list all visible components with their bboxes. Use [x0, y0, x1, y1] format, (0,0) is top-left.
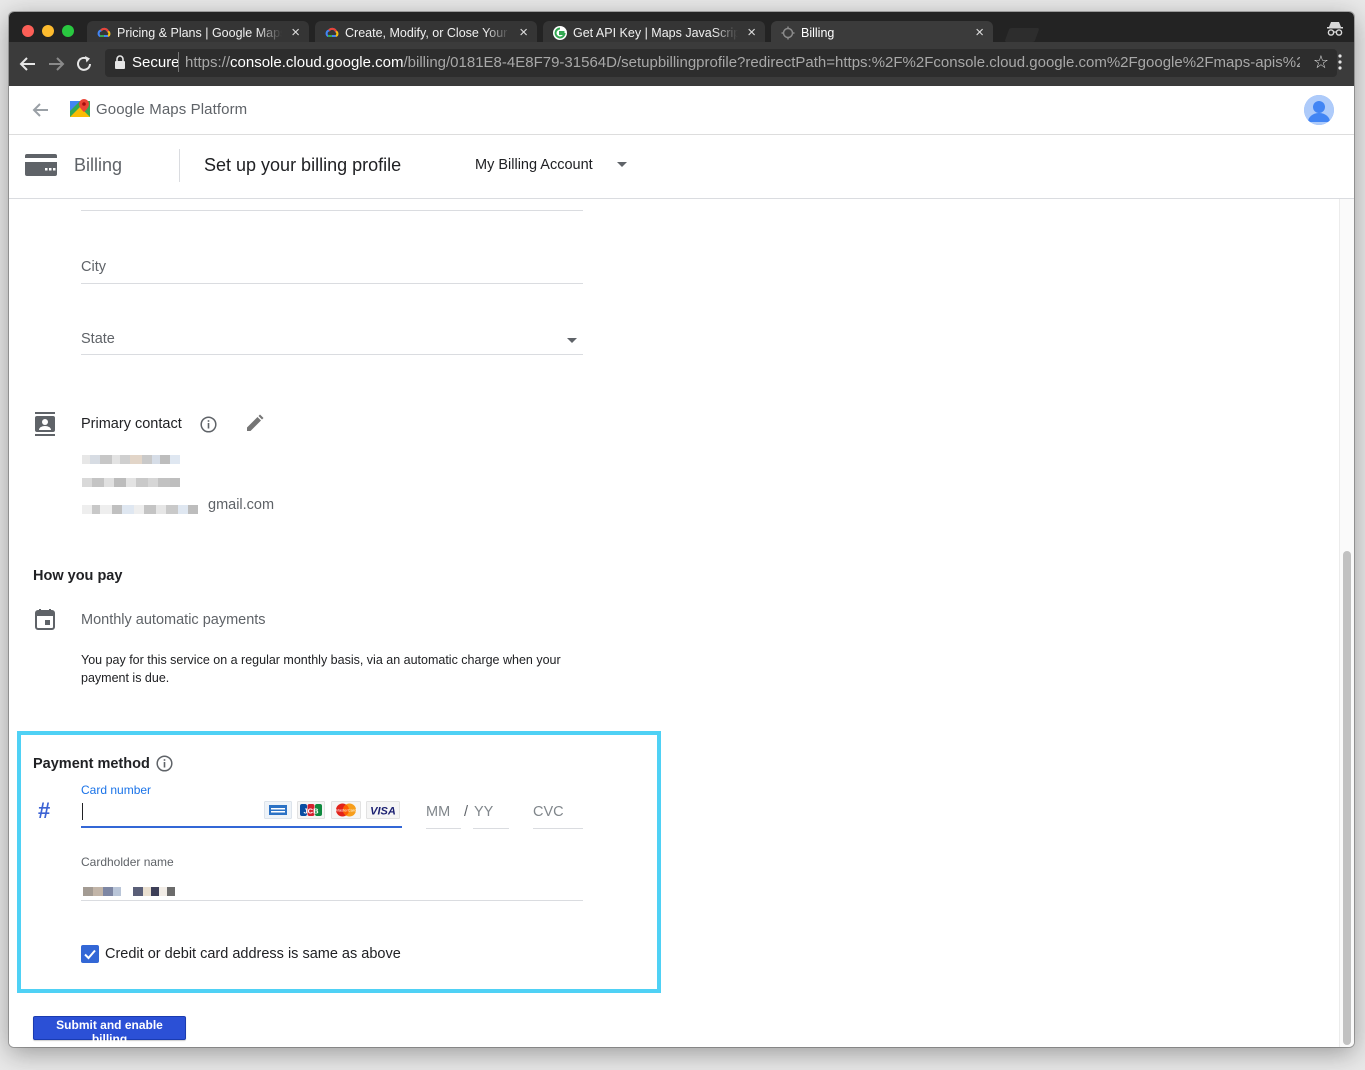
expiry-year-underline	[473, 828, 509, 829]
close-icon[interactable]: ×	[291, 24, 300, 41]
scrollbar-thumb[interactable]	[1343, 551, 1351, 1045]
app-header: Google Maps Platform	[9, 86, 1354, 135]
jcb-logo-icon: JCB	[297, 801, 325, 819]
mastercard-logo-icon: MasterCard	[331, 801, 361, 819]
tab-label: Create, Modify, or Close Your Billing	[345, 26, 510, 40]
url-text[interactable]: https://console.cloud.google.com/billing…	[185, 54, 1300, 71]
chevron-down-icon[interactable]	[567, 338, 577, 343]
close-icon[interactable]: ×	[519, 24, 528, 41]
browser-menu-icon[interactable]	[1338, 54, 1342, 70]
google-cloud-icon	[97, 27, 111, 37]
close-icon[interactable]: ×	[975, 24, 984, 41]
incognito-icon	[1327, 22, 1343, 36]
redacted-contact-name	[82, 451, 180, 464]
city-field[interactable]: City	[81, 259, 106, 275]
divider	[179, 149, 180, 182]
svg-text:VISA: VISA	[370, 806, 396, 818]
contact-card-icon	[35, 412, 55, 436]
cardholder-name-label: Cardholder name	[81, 855, 174, 869]
user-avatar-icon	[1304, 95, 1334, 125]
cardholder-name-underline	[81, 900, 583, 901]
main-content: City State Primary contact gmail.com How…	[9, 199, 1340, 1047]
credit-card-icon	[25, 154, 57, 176]
window-minimize-button[interactable]	[42, 25, 54, 37]
cvc-underline	[533, 828, 583, 829]
back-arrow-icon[interactable]	[31, 100, 51, 120]
expiry-month-underline	[426, 828, 461, 829]
window-close-button[interactable]	[22, 25, 34, 37]
info-icon[interactable]	[200, 416, 217, 433]
cvc-input[interactable]: CVC	[533, 804, 564, 820]
card-number-input[interactable]: JCB MasterCard VISA	[81, 797, 402, 828]
section-label: Billing	[74, 155, 123, 175]
address-bar[interactable]: Secure https://console.cloud.google.com/…	[105, 49, 1337, 77]
avatar[interactable]	[1304, 95, 1334, 125]
payment-description: You pay for this service on a regular mo…	[81, 653, 561, 685]
forward-arrow-icon[interactable]	[46, 54, 66, 74]
edit-pencil-icon[interactable]	[245, 414, 264, 433]
expiry-separator: /	[464, 804, 469, 820]
bookmark-star-icon[interactable]: ☆	[1313, 52, 1329, 73]
google-maps-logo-icon	[70, 99, 90, 117]
svg-text:JCB: JCB	[303, 807, 319, 816]
browser-window: Pricing & Plans | Google Maps × Create, …	[9, 12, 1354, 1047]
google-cloud-icon	[325, 27, 339, 37]
google-g-icon	[553, 26, 567, 40]
address-field-underline	[81, 210, 583, 211]
redacted-contact-email	[82, 501, 198, 514]
same-address-label[interactable]: Credit or debit card address is same as …	[105, 946, 401, 962]
app-brand: Google Maps Platform	[96, 101, 248, 118]
how-you-pay-heading: How you pay	[33, 568, 123, 584]
loading-icon	[781, 26, 795, 40]
submit-enable-billing-button[interactable]: Submit and enable billing	[33, 1016, 186, 1046]
expiry-month-input[interactable]: MM	[426, 804, 450, 820]
expiry-year-input[interactable]: YY	[474, 804, 493, 820]
billing-account-select[interactable]: My Billing Account	[475, 157, 593, 173]
tab-label: Billing	[801, 26, 835, 40]
payment-method-heading: Payment method	[33, 756, 150, 772]
checkmark-icon	[84, 949, 96, 960]
card-number-hash-icon: #	[38, 798, 51, 823]
browser-toolbar: Secure https://console.cloud.google.com/…	[9, 42, 1354, 86]
chevron-down-icon[interactable]	[617, 162, 627, 167]
tab-label: Pricing & Plans | Google Maps	[117, 26, 282, 40]
primary-contact-title: Primary contact	[81, 416, 182, 432]
lock-icon	[115, 55, 125, 69]
calendar-icon	[35, 609, 55, 630]
state-field-underline	[81, 354, 583, 355]
window-maximize-button[interactable]	[62, 25, 74, 37]
tab-label: Get API Key | Maps JavaScript	[573, 26, 738, 40]
back-arrow-icon[interactable]	[18, 54, 38, 74]
city-field-underline	[81, 283, 583, 284]
page-title: Set up your billing profile	[204, 155, 402, 175]
redacted-contact-phone	[82, 474, 180, 487]
amex-logo-icon	[264, 801, 292, 819]
same-address-checkbox[interactable]	[81, 945, 99, 963]
state-select[interactable]: State	[81, 331, 115, 347]
visa-logo-icon: VISA	[366, 801, 400, 819]
close-icon[interactable]: ×	[747, 24, 756, 41]
billing-subheader: Billing Set up your billing profile My B…	[9, 135, 1354, 199]
reload-icon[interactable]	[74, 54, 94, 74]
contact-email-domain: gmail.com	[208, 497, 275, 513]
secure-label: Secure	[132, 54, 180, 71]
cardholder-name-input[interactable]	[83, 883, 175, 896]
svg-text:MasterCard: MasterCard	[336, 808, 357, 813]
card-number-label: Card number	[81, 783, 152, 797]
payment-schedule-label: Monthly automatic payments	[81, 612, 266, 628]
new-tab-button[interactable]	[1004, 28, 1040, 42]
url-separator	[178, 52, 179, 72]
tab-strip: Pricing & Plans | Google Maps × Create, …	[9, 12, 1354, 45]
text-cursor	[82, 803, 83, 820]
info-icon[interactable]	[156, 755, 173, 772]
